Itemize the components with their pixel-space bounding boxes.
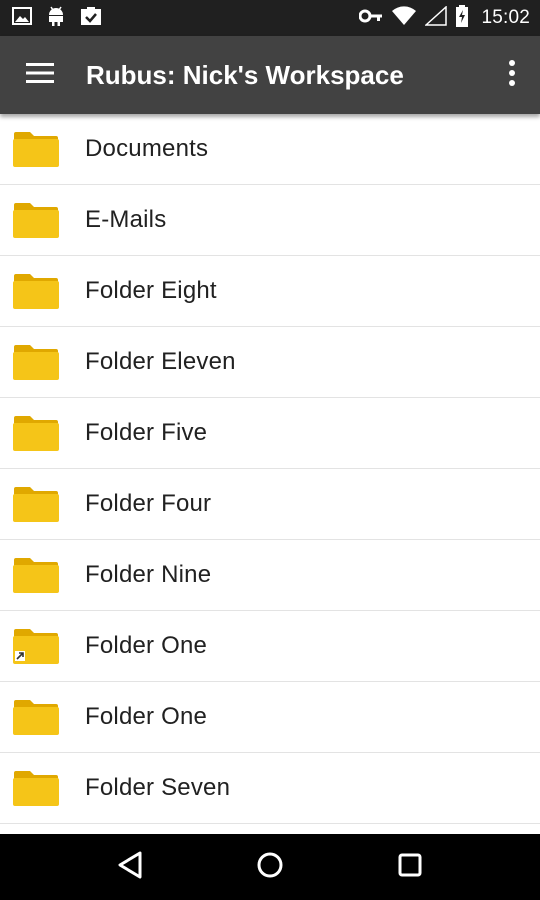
folder-icon [12,556,60,594]
notification-icons [12,5,102,32]
folder-row[interactable]: Folder Nine [0,540,540,611]
folder-name: Folder One [85,703,208,730]
folder-icon [12,201,60,239]
folder-icon [12,343,60,381]
folder-row[interactable]: Folder One [0,682,540,753]
folder-name: Folder Eight [85,277,217,304]
folder-row[interactable]: Folder Eight [0,256,540,327]
folder-name: Folder Nine [85,561,212,588]
key-icon [358,9,383,28]
clipboard-check-icon [80,6,102,31]
folder-row[interactable]: E-Mails [0,185,540,256]
more-vert-icon [508,59,516,91]
folder-row[interactable]: Folder Five [0,398,540,469]
battery-charging-icon [455,4,469,32]
folder-icon [12,414,60,452]
folder-icon [12,769,60,807]
folder-icon [12,698,60,736]
status-time: 15:02 [481,7,530,28]
folder-shortcut-icon [12,627,60,665]
folder-name: Folder Eleven [85,348,236,375]
home-icon [256,851,284,884]
folder-name: Folder Five [85,419,208,446]
folder-icon [12,130,60,168]
folder-row[interactable]: Folder One [0,611,540,682]
folder-name: Folder One [85,632,208,659]
folder-icon [12,272,60,310]
overflow-menu-button[interactable] [484,36,540,114]
folder-row[interactable]: Folder Four [0,469,540,540]
android-icon [46,5,66,32]
app-title: Rubus: Nick's Workspace [86,59,404,90]
menu-button[interactable] [0,36,80,114]
folder-icon [12,485,60,523]
folder-list: Documents E-Mails Folder Eight Folder Eleve… [0,114,540,824]
app-bar: Rubus: Nick's Workspace [0,36,540,114]
home-button[interactable] [240,837,300,897]
recents-button[interactable] [380,837,440,897]
status-bar: 15:02 [0,0,540,36]
image-icon [12,6,32,31]
back-button[interactable] [100,837,160,897]
folder-row[interactable]: Folder Eleven [0,327,540,398]
navigation-bar [0,834,540,900]
folder-name: E-Mails [85,206,167,233]
hamburger-menu-icon [26,62,54,89]
folder-name: Folder Four [85,490,212,517]
folder-row[interactable]: Folder Seven [0,753,540,824]
recents-icon [397,852,423,883]
signal-icon [424,4,448,31]
wifi-icon [391,5,417,31]
back-icon [117,851,143,884]
folder-row[interactable]: Documents [0,114,540,185]
folder-name: Documents [85,135,209,162]
folder-name: Folder Seven [85,774,231,801]
system-icons: 15:02 [358,4,530,32]
